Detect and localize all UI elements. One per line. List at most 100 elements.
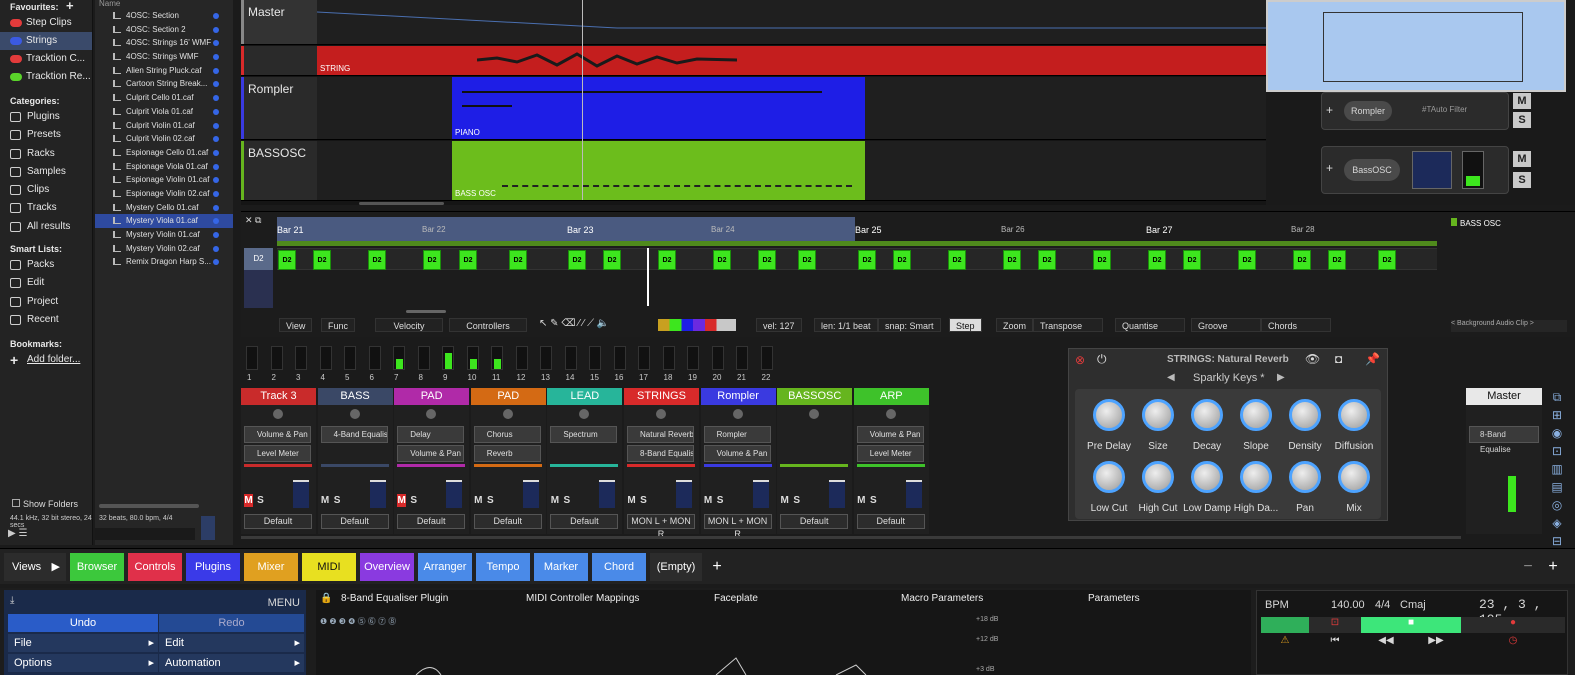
knob[interactable] bbox=[1240, 461, 1272, 493]
plugin-slot[interactable]: Volume & Pan Plugin bbox=[856, 426, 924, 443]
file-list-item[interactable]: Cartoon String Break... bbox=[95, 77, 233, 91]
category-item[interactable]: Clips bbox=[0, 181, 92, 199]
automation-menu[interactable]: Automation ▸ bbox=[159, 654, 304, 672]
download-icon[interactable]: ⤓ bbox=[10, 595, 14, 606]
midi-note[interactable]: D2 bbox=[1148, 250, 1166, 270]
plugin-tab[interactable]: 8-Band Equaliser Plugin bbox=[341, 593, 448, 604]
solo-button[interactable]: S bbox=[792, 494, 801, 507]
midi-note[interactable]: D2 bbox=[1093, 250, 1111, 270]
view-button[interactable]: Overview bbox=[360, 553, 414, 581]
view-button[interactable]: Marker bbox=[534, 553, 588, 581]
view-button[interactable]: (Empty) bbox=[650, 553, 702, 581]
velocity-lane-button[interactable]: Velocity bbox=[375, 318, 443, 332]
track-header[interactable] bbox=[241, 46, 317, 75]
midi-note[interactable]: D2 bbox=[798, 250, 816, 270]
edit-menu[interactable]: Edit ▸ bbox=[159, 634, 304, 652]
track-master[interactable]: Master bbox=[241, 0, 1267, 45]
file-list-item[interactable]: Culprit Violin 02.caf bbox=[95, 132, 233, 146]
file-list-item[interactable]: 4OSC: Strings WMF bbox=[95, 50, 233, 64]
eye-icon[interactable]: 👁 bbox=[1305, 352, 1320, 366]
waveform-preview[interactable] bbox=[95, 528, 195, 540]
file-list-item[interactable]: Mystery Viola 01.caf bbox=[95, 214, 233, 228]
mute-button[interactable]: M bbox=[1513, 151, 1531, 167]
plugin-slot[interactable]: Volume & Pan Plugin bbox=[703, 445, 771, 462]
solo-button[interactable]: S bbox=[716, 494, 725, 507]
send-knob[interactable] bbox=[349, 409, 360, 419]
knob[interactable] bbox=[1191, 461, 1223, 493]
knob[interactable] bbox=[1142, 399, 1174, 431]
func-menu[interactable]: Func bbox=[321, 318, 356, 332]
knob[interactable] bbox=[1191, 399, 1223, 431]
knob[interactable] bbox=[1093, 399, 1125, 431]
background-clip-selector[interactable]: < Background Audio Clip > bbox=[1451, 320, 1567, 332]
solo-button[interactable]: S bbox=[869, 494, 878, 507]
category-item[interactable]: Presets bbox=[0, 126, 92, 144]
close-icon[interactable]: ✕ ⧉ bbox=[245, 215, 261, 226]
midi-note[interactable]: D2 bbox=[1183, 250, 1201, 270]
smart-list-item[interactable]: Edit bbox=[0, 274, 92, 292]
knob[interactable] bbox=[1289, 399, 1321, 431]
menu-label[interactable]: MENU bbox=[268, 597, 300, 609]
track-strings[interactable]: STRING bbox=[241, 46, 1266, 76]
output-selector[interactable]: Default bbox=[780, 514, 849, 529]
record-mode-button[interactable]: ⊡ bbox=[1309, 617, 1361, 633]
add-view-button[interactable]: + bbox=[706, 553, 728, 581]
add-folder-link[interactable]: + Add folder... bbox=[0, 351, 92, 369]
send-knob[interactable] bbox=[273, 409, 283, 419]
controllers-button[interactable]: Controllers bbox=[449, 318, 527, 332]
arranger-scrollbar[interactable] bbox=[359, 202, 444, 205]
favourite-item[interactable]: Step Clips bbox=[0, 14, 92, 32]
midi-note[interactable]: D2 bbox=[313, 250, 331, 270]
midi-note[interactable]: D2 bbox=[893, 250, 911, 270]
plugin-tab[interactable]: Parameters bbox=[1088, 593, 1140, 604]
send-knob[interactable] bbox=[809, 409, 820, 419]
redo-button[interactable]: Redo bbox=[159, 614, 304, 632]
bpm-value[interactable]: 140.00 bbox=[1331, 599, 1365, 611]
category-item[interactable]: Tracks bbox=[0, 199, 92, 217]
transpose-menu[interactable]: Transpose bbox=[1033, 318, 1103, 332]
plugin-slot[interactable]: Reverb bbox=[473, 445, 541, 462]
clip-bass-osc[interactable]: BASS OSC bbox=[452, 141, 865, 200]
strip-name[interactable]: ARP bbox=[853, 388, 929, 405]
plugin-slot[interactable]: Level Meter bbox=[856, 445, 924, 462]
volume-fader[interactable] bbox=[293, 480, 309, 508]
camera-icon[interactable]: ◘ bbox=[1335, 352, 1342, 366]
plugin-tab[interactable]: Macro Parameters bbox=[901, 593, 983, 604]
volume-fader[interactable] bbox=[446, 480, 463, 508]
pin-icon[interactable]: 📌 bbox=[1365, 352, 1380, 366]
mute-button[interactable]: M bbox=[550, 494, 559, 507]
snap-value[interactable]: snap: Smart bbox=[878, 318, 941, 332]
groove-menu[interactable]: Groove bbox=[1191, 318, 1261, 332]
add-icon[interactable]: + bbox=[1326, 161, 1333, 175]
file-list-item[interactable]: 4OSC: Section bbox=[95, 9, 233, 23]
play-button[interactable]: ■ bbox=[1361, 617, 1461, 633]
strip-name[interactable]: PAD bbox=[470, 388, 546, 405]
strip-name[interactable]: LEAD bbox=[547, 388, 623, 405]
add-icon[interactable]: + bbox=[1326, 103, 1333, 117]
mute-button[interactable]: M bbox=[704, 494, 713, 507]
next-preset-icon[interactable]: ▶ bbox=[1277, 372, 1285, 383]
volume-fader[interactable] bbox=[676, 480, 692, 508]
roll-scrollbar[interactable] bbox=[406, 310, 446, 313]
solo-button[interactable]: S bbox=[1513, 172, 1531, 188]
view-button[interactable]: Browser bbox=[70, 553, 124, 581]
file-list-item[interactable]: Remix Dragon Harp S... bbox=[95, 255, 233, 269]
volume-fader[interactable] bbox=[752, 480, 769, 508]
strip-name[interactable]: Rompler bbox=[700, 388, 776, 405]
volume-fader[interactable] bbox=[369, 480, 386, 508]
file-list-item[interactable]: Espionage Violin 01.caf bbox=[95, 173, 233, 187]
output-selector[interactable]: Default bbox=[244, 514, 312, 529]
options-menu[interactable]: Options ▸ bbox=[8, 654, 158, 672]
plugin-slot[interactable]: Chorus bbox=[473, 426, 541, 443]
category-item[interactable]: Plugins bbox=[0, 108, 92, 126]
favourite-item[interactable]: Tracktion C... bbox=[0, 50, 92, 68]
note-lane[interactable] bbox=[277, 248, 1437, 270]
knob[interactable] bbox=[1142, 461, 1174, 493]
plugin-tab[interactable]: MIDI Controller Mappings bbox=[526, 593, 639, 604]
smart-list-item[interactable]: Packs bbox=[0, 256, 92, 274]
play-preview-icon[interactable]: ▶ ☰ bbox=[8, 528, 27, 539]
strip-name[interactable]: BASS bbox=[317, 388, 393, 405]
file-list-item[interactable]: Alien String Pluck.caf bbox=[95, 64, 233, 78]
midi-note[interactable]: D2 bbox=[948, 250, 966, 270]
mute-button[interactable]: M bbox=[780, 494, 789, 507]
